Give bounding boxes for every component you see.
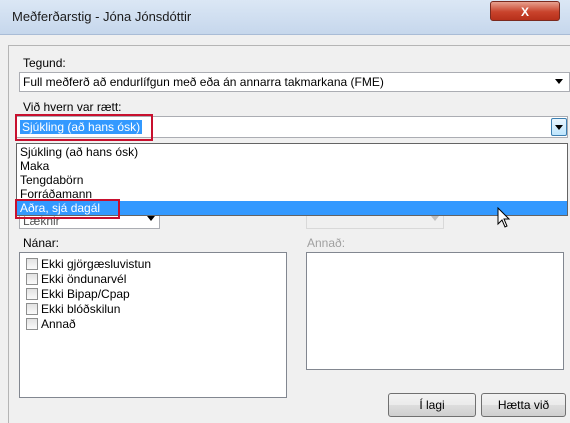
nanar-label: Nánar:: [23, 236, 60, 250]
checkbox-label: Ekki blóðskilun: [41, 302, 121, 316]
dropdown-option[interactable]: Maka: [17, 159, 567, 174]
tegund-label: Tegund:: [23, 56, 66, 70]
checkbox[interactable]: [26, 258, 38, 270]
highlight-box: [15, 199, 120, 219]
checkbox-label: Ekki Bipap/Cpap: [41, 287, 130, 301]
checkbox[interactable]: [26, 303, 38, 315]
tegund-value: Full meðferð að endurlífgun með eða án a…: [23, 75, 384, 89]
cancel-button[interactable]: Hætta við: [481, 393, 566, 417]
annad-label: Annað:: [307, 236, 346, 250]
annad-textarea[interactable]: [306, 252, 564, 370]
mouse-cursor-icon: [497, 207, 511, 228]
checkbox[interactable]: [26, 288, 38, 300]
vid-hvern-dropdown-button[interactable]: [551, 118, 567, 136]
checkbox-label: Ekki gjörgæsluvistun: [41, 257, 152, 271]
close-button[interactable]: X: [490, 1, 560, 21]
close-icon: X: [520, 5, 529, 19]
nanar-checklist: Ekki gjörgæsluvistun Ekki öndunarvél Ekk…: [19, 252, 287, 398]
chevron-down-icon: [147, 216, 155, 221]
dropdown-option[interactable]: Tengdabörn: [17, 173, 567, 188]
highlight-box: [15, 114, 153, 141]
checkbox[interactable]: [26, 318, 38, 330]
chevron-down-icon: [555, 125, 563, 130]
vid-hvern-label: Við hvern var rætt:: [23, 100, 122, 114]
dropdown-option[interactable]: Sjúkling (að hans ósk): [17, 145, 567, 160]
chevron-down-icon: [555, 79, 563, 84]
ok-button[interactable]: Í lagi: [388, 393, 476, 417]
dialog-window: Meðferðarstig - Jóna Jónsdóttir X Tegund…: [0, 0, 570, 423]
title-bar[interactable]: Meðferðarstig - Jóna Jónsdóttir X: [0, 0, 570, 35]
tegund-combobox[interactable]: Full meðferð að endurlífgun með eða án a…: [19, 72, 570, 92]
window-title: Meðferðarstig - Jóna Jónsdóttir: [12, 9, 192, 24]
checkbox-label: Annað: [41, 317, 76, 331]
checkbox-label: Ekki öndunarvél: [41, 272, 127, 286]
checkbox[interactable]: [26, 273, 38, 285]
chevron-down-icon: [431, 216, 439, 221]
